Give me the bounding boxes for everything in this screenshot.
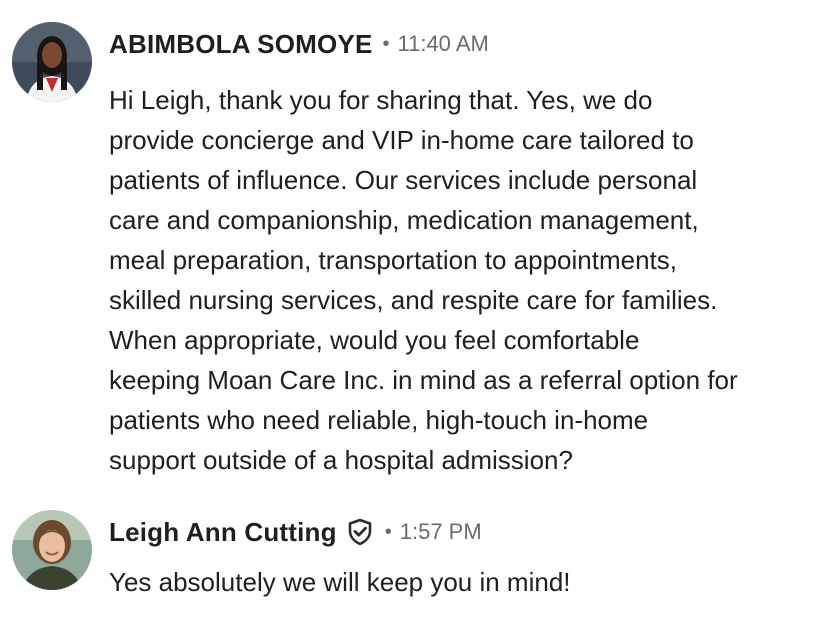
message-text: Hi Leigh, thank you for sharing that. Ye… xyxy=(109,85,738,475)
sender-avatar[interactable] xyxy=(12,22,92,102)
message-timestamp: 1:57 PM xyxy=(399,519,482,544)
avatar-photo-icon xyxy=(12,22,92,102)
separator-dot: • xyxy=(382,32,390,55)
sender-name[interactable]: Leigh Ann Cutting xyxy=(109,517,337,548)
message-header: ABIMBOLA SOMOYE • 11:40 AM xyxy=(109,26,489,62)
message-header: Leigh Ann Cutting • 1:57 PM xyxy=(109,514,482,550)
separator-dot: • xyxy=(384,520,392,543)
message-text: Yes absolutely we will keep you in mind! xyxy=(109,567,571,597)
shield-check-icon xyxy=(345,517,375,547)
sender-name[interactable]: ABIMBOLA SOMOYE xyxy=(109,29,372,60)
sender-avatar[interactable] xyxy=(12,510,92,590)
avatar-photo-icon xyxy=(12,510,92,590)
message-timestamp: 11:40 AM xyxy=(397,31,489,56)
